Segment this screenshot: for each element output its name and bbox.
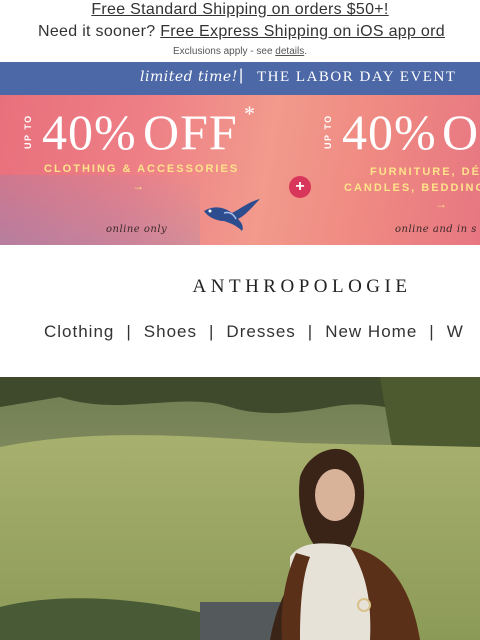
off-label: OFF <box>143 104 238 160</box>
category-home-line2: CANDLES, BEDDING <box>344 182 480 194</box>
limited-time-text: limited time! <box>140 69 238 85</box>
up-to-label: UP TO <box>323 114 333 149</box>
standard-shipping-link[interactable]: Free Standard Shipping on orders $50+! <box>91 1 388 18</box>
nav-clothing[interactable]: Clothing <box>44 322 114 342</box>
details-link[interactable]: details <box>275 46 304 57</box>
category-home-line1: FURNITURE, DÉ <box>370 166 480 178</box>
exclusions-line: Exclusions apply - see details. <box>0 46 480 57</box>
hero-image[interactable] <box>0 377 480 640</box>
bird-icon <box>204 199 260 231</box>
arrow-icon: → <box>132 179 144 193</box>
plus-icon: + <box>289 176 311 198</box>
promo-home[interactable]: UP TO 40% O FURNITURE, DÉ CANDLES, BEDDI… <box>312 95 480 245</box>
arrow-icon: → <box>435 197 447 211</box>
nav-new-home[interactable]: New Home <box>325 322 417 342</box>
asterisk: * <box>244 101 256 126</box>
nav-separator: | <box>126 322 132 341</box>
exclusions-end: . <box>304 46 307 57</box>
nav-separator: | <box>209 322 215 341</box>
shipping-header: Free Standard Shipping on orders $50+! N… <box>0 0 480 62</box>
off-label: O <box>442 104 480 160</box>
exclusions-text: Exclusions apply - see <box>173 46 273 57</box>
labor-day-banner[interactable]: limited time! | THE LABOR DAY EVENT <box>0 62 480 95</box>
nav-dresses[interactable]: Dresses <box>226 322 295 342</box>
discount-percent: 40% <box>342 104 437 160</box>
main-nav: Clothing | Shoes | Dresses | New Home | W <box>44 322 464 342</box>
promo-banner[interactable]: UP TO 40% OFF * CLOTHING & ACCESSORIES →… <box>0 95 480 245</box>
nav-separator: | <box>307 322 314 341</box>
hero-photo <box>0 377 480 640</box>
banner-divider: | <box>239 67 244 84</box>
express-shipping-link[interactable]: Free Express Shipping on iOS app ord <box>160 23 445 40</box>
online-and-in-store-label: online and in s <box>395 224 477 235</box>
standard-shipping-line: Free Standard Shipping on orders $50+! <box>0 1 480 19</box>
promo-clothing[interactable]: UP TO 40% OFF * CLOTHING & ACCESSORIES →… <box>0 95 290 245</box>
express-prefix: Need it sooner? <box>38 23 156 40</box>
up-to-label: UP TO <box>23 114 33 149</box>
discount-percent: 40% <box>42 104 137 160</box>
nav-shoes[interactable]: Shoes <box>144 322 197 342</box>
nav-more[interactable]: W <box>447 322 464 342</box>
brand-logo[interactable]: ANTHROPOLOGIE <box>2 276 480 298</box>
express-shipping-line: Need it sooner? Free Express Shipping on… <box>38 23 445 41</box>
online-only-label: online only <box>106 224 168 235</box>
labor-day-event-title: THE LABOR DAY EVENT <box>257 69 457 85</box>
category-clothing: CLOTHING & ACCESSORIES <box>44 163 240 175</box>
nav-separator: | <box>429 322 435 341</box>
